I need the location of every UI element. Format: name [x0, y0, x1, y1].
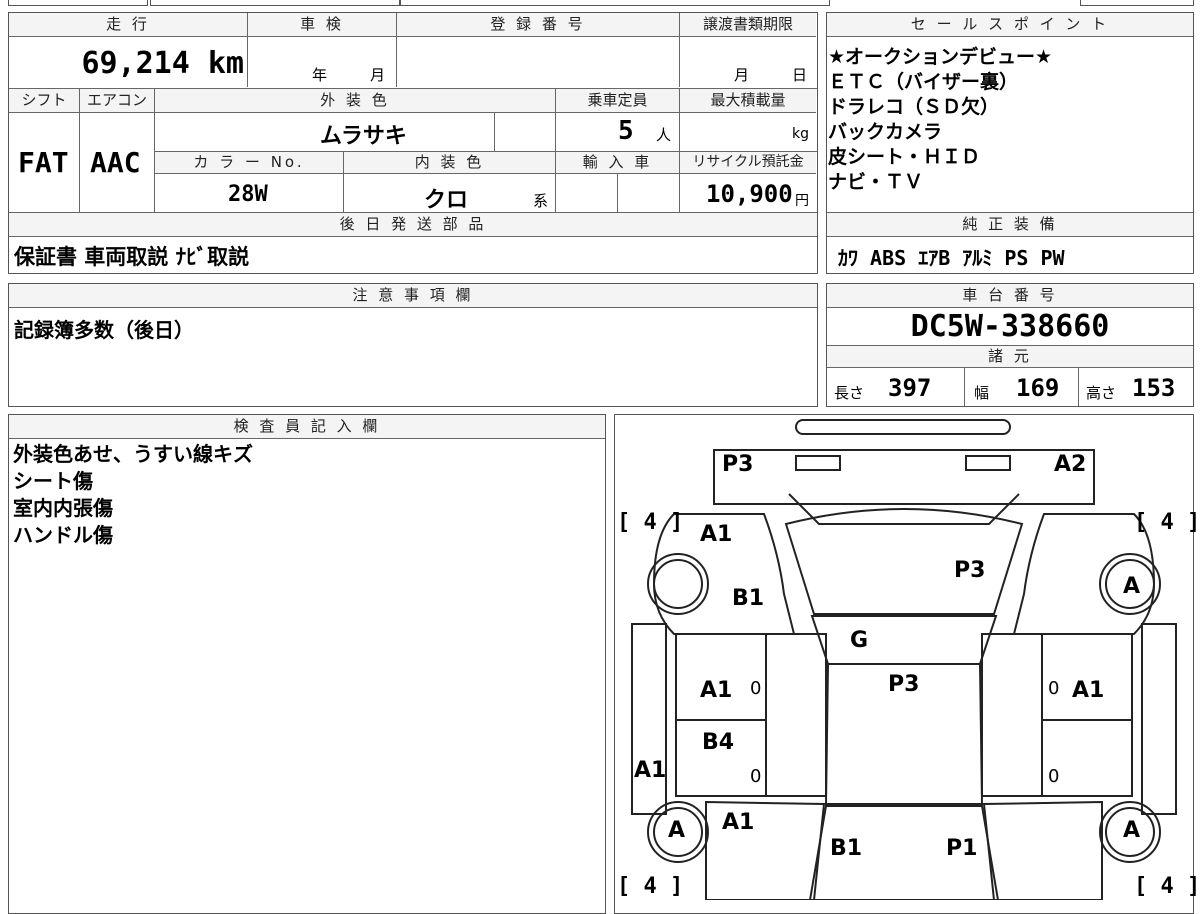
shift-value: FAT: [18, 146, 69, 179]
max-load-header: 最大積載量: [680, 89, 816, 113]
color-no-header: カ ラ ー No.: [155, 152, 343, 174]
inspection-month-unit: 月: [370, 66, 386, 84]
mark-left-fender-lower: B1: [732, 586, 765, 611]
mark-wheel-rr: A: [1123, 818, 1141, 843]
inspector-line: 室内内張傷: [13, 496, 113, 520]
width-value: 169: [1016, 374, 1060, 402]
mark-left-rear-door: B4: [702, 730, 735, 755]
mileage-value: 69,214 km: [81, 46, 244, 81]
mark-left-fender: A1: [700, 522, 733, 547]
sales-point-line: ドラレコ（ＳＤ欠）: [828, 96, 1000, 118]
capacity-unit: 人: [656, 126, 672, 144]
later-parts-value: 保証書 車両取説 ﾅﾋﾞ取説: [14, 245, 250, 269]
door-handle-marker: 0: [1048, 766, 1060, 787]
color-no-value: 28W: [228, 182, 268, 207]
height-value: 153: [1132, 374, 1176, 402]
exterior-color-value: ムラサキ: [320, 124, 407, 149]
exterior-color-header: 外 装 色: [155, 89, 555, 113]
mark-hood: P3: [954, 558, 986, 583]
inspector-line: ハンドル傷: [13, 523, 113, 547]
equipment-header: 純 正 装 備: [827, 213, 1193, 237]
height-label: 高さ: [1086, 384, 1117, 402]
sales-point-line: バックカメラ: [828, 121, 943, 143]
max-load-unit: kg: [792, 126, 809, 142]
width-label: 幅: [974, 384, 990, 402]
inspection-header: 車 検: [248, 13, 396, 37]
mark-wheel-fr: A: [1123, 574, 1141, 599]
capacity-header: 乗車定員: [556, 89, 679, 113]
chassis-header: 車 台 番 号: [827, 284, 1193, 308]
door-handle-marker: 0: [750, 678, 762, 699]
transfer-month-unit: 月: [734, 66, 750, 84]
mark-wheel-rl: A: [668, 818, 686, 843]
inspector-line: 外装色あせ、うすい線キズ: [13, 442, 253, 466]
tire-rear-right: [ 4 ]: [1134, 874, 1200, 899]
import-header: 輸 入 車: [556, 152, 679, 174]
recycle-value: 10,900: [706, 180, 793, 208]
later-parts-header: 後 日 発 送 部 品: [9, 213, 817, 237]
transfer-deadline-header: 譲渡書類期限: [680, 13, 816, 37]
door-handle-marker: 0: [750, 766, 762, 787]
sales-point-line: ナビ・ＴＶ: [828, 171, 924, 193]
aircon-header: エアコン: [80, 89, 154, 113]
dims-header: 諸 元: [827, 346, 1193, 368]
tire-rear-left: [ 4 ]: [617, 874, 684, 899]
car-outline: [631, 419, 1177, 900]
mark-left-sill: A1: [634, 758, 667, 783]
door-handle-marker: 0: [1048, 678, 1060, 699]
mark-roof: P3: [888, 672, 920, 697]
mark-front-left-corner: P3: [722, 452, 754, 477]
mark-right-front-door: A1: [1072, 678, 1105, 703]
mileage-header: 走 行: [9, 13, 247, 37]
mark-left-front-door: A1: [700, 678, 733, 703]
sales-points-list: ★オークションデビュー★ ＥＴＣ（バイザー裏） ドラレコ（ＳＤ欠） バックカメラ…: [828, 45, 1192, 195]
interior-color-value: クロ: [424, 188, 469, 213]
tire-front-right: [ 4 ]: [1134, 510, 1200, 535]
recycle-header: リサイクル預託金: [680, 152, 816, 174]
mark-windshield: G: [850, 628, 869, 653]
notes-value: 記録簿多数（後日）: [14, 318, 194, 342]
mark-left-rear-quarter: A1: [722, 810, 755, 835]
registration-header: 登 録 番 号: [397, 13, 679, 37]
mark-rear-left: B1: [830, 836, 863, 861]
tire-front-left: [ 4 ]: [617, 510, 684, 535]
capacity-value: 5: [618, 116, 634, 146]
length-value: 397: [888, 374, 932, 402]
mark-rear-right: P1: [946, 836, 978, 861]
inspector-header: 検 査 員 記 入 欄: [9, 415, 605, 439]
recycle-unit: 円: [795, 193, 809, 209]
mark-front-right-corner: A2: [1054, 452, 1087, 477]
inspector-notes: 外装色あせ、うすい線キズ シート傷 室内内張傷 ハンドル傷: [13, 441, 253, 549]
interior-color-header: 内 装 色: [344, 152, 555, 174]
shift-header: シフト: [9, 89, 79, 113]
length-label: 長さ: [834, 384, 865, 402]
sales-points-header: セ ー ル ス ポ イ ン ト: [827, 13, 1193, 37]
sales-point-line: ＥＴＣ（バイザー裏）: [828, 71, 1019, 93]
interior-color-suffix: 系: [533, 192, 549, 210]
notes-header: 注 意 事 項 欄: [9, 284, 817, 308]
equipment-value: ｶﾜ ABS ｴｱB ｱﾙﾐ PS PW: [838, 246, 1065, 270]
inspector-line: シート傷: [13, 469, 93, 493]
chassis-number: DC5W-338660: [910, 309, 1110, 344]
aircon-value: AAC: [90, 146, 141, 179]
sales-point-line: 皮シート・ＨＩＤ: [828, 146, 981, 168]
inspection-year-unit: 年: [312, 66, 328, 84]
transfer-day-unit: 日: [792, 66, 808, 84]
sales-point-line: ★オークションデビュー★: [828, 46, 1053, 68]
